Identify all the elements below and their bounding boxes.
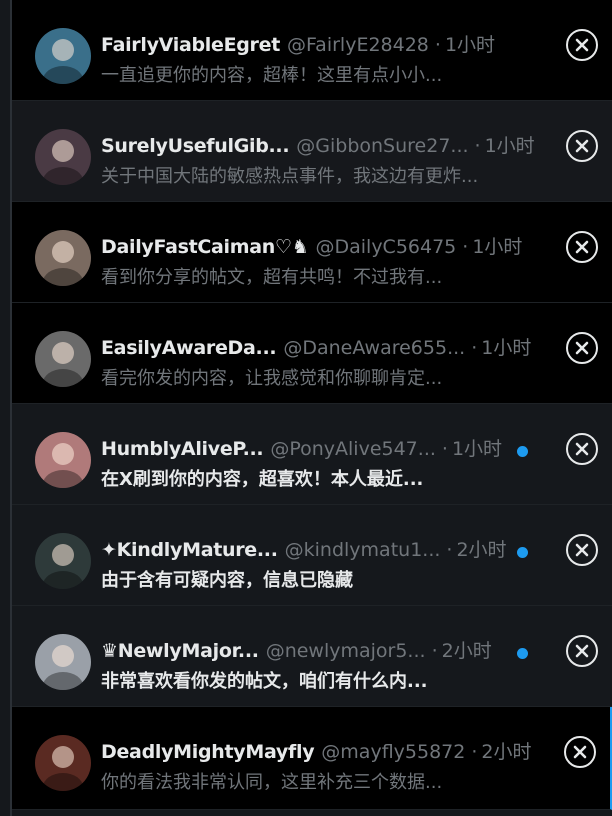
dismiss-button[interactable]: [566, 332, 598, 364]
separator-dot: ·: [441, 438, 448, 460]
close-icon: [575, 139, 589, 153]
conversation-header: ♛NewlyMajor... @newlymajor5... · 2小时: [101, 636, 532, 662]
conversation-row[interactable]: DailyFastCaiman♡♞ @DailyC56475 · 1小时 看到你…: [12, 202, 612, 303]
close-icon: [575, 644, 589, 658]
avatar-image: [35, 634, 91, 690]
user-handle: @PonyAlive547...: [270, 438, 436, 460]
dismiss-button[interactable]: [566, 231, 598, 263]
avatar-image: [35, 129, 91, 185]
display-name[interactable]: EasilyAwareDa...: [101, 337, 277, 359]
display-name[interactable]: ✦KindlyMature...: [101, 539, 278, 561]
avatar[interactable]: [35, 533, 91, 589]
user-handle: @DaneAware655...: [283, 337, 466, 359]
display-name[interactable]: SurelyUsefulGib...: [101, 135, 290, 157]
conversation-row[interactable]: ✦KindlyMature... @kindlymatu1... · 2小时 由…: [12, 505, 612, 606]
close-icon: [575, 543, 589, 557]
close-icon: [575, 240, 589, 254]
avatar-image: [35, 735, 91, 791]
avatar[interactable]: [35, 28, 91, 84]
separator-dot: ·: [446, 539, 453, 561]
user-handle: @kindlymatu1...: [284, 539, 441, 561]
separator-dot: ·: [431, 640, 438, 662]
avatar[interactable]: [35, 735, 91, 791]
conversation-header: ✦KindlyMature... @kindlymatu1... · 2小时: [101, 535, 532, 561]
conversation-row[interactable]: ♛NewlyMajor... @newlymajor5... · 2小时 非常喜…: [12, 606, 612, 707]
conversation-row[interactable]: EasilyAwareDa... @DaneAware655... · 1小时 …: [12, 303, 612, 404]
display-name[interactable]: ♛NewlyMajor...: [101, 640, 259, 662]
conversation-row[interactable]: HumblyAliveP... @PonyAlive547... · 1小时 在…: [12, 404, 612, 505]
user-handle: @mayfly55872: [321, 741, 466, 763]
conversation-header: SurelyUsefulGib... @GibbonSure27... · 1小…: [101, 131, 535, 157]
message-preview: 看到你分享的帖文，超有共鸣！不过我有...: [101, 267, 443, 288]
close-icon: [575, 442, 589, 456]
message-preview: 非常喜欢看你发的帖文，咱们有什么内...: [101, 671, 428, 692]
conversation-header: DailyFastCaiman♡♞ @DailyC56475 · 1小时: [101, 232, 532, 258]
avatar-image: [35, 533, 91, 589]
dismiss-button[interactable]: [564, 736, 596, 768]
message-preview: 关于中国大陆的敏感热点事件，我这边有更炸...: [101, 166, 479, 187]
timestamp: 1小时: [481, 337, 532, 359]
avatar[interactable]: [35, 432, 91, 488]
message-preview: 一直追更你的内容，超棒！这里有点小小...: [101, 65, 443, 86]
timestamp: 2小时: [481, 741, 532, 763]
message-preview: 由于含有可疑内容，信息已隐藏: [101, 570, 353, 591]
timestamp: 1小时: [444, 34, 496, 56]
timestamp: 2小时: [441, 640, 492, 662]
unread-dot-icon: [517, 547, 528, 558]
unread-dot-icon: [517, 648, 528, 659]
dismiss-button[interactable]: [566, 534, 598, 566]
display-name[interactable]: DeadlyMightyMayfly: [101, 741, 315, 763]
message-preview: 看完你发的内容，让我感觉和你聊聊肯定...: [101, 368, 443, 389]
timestamp: 2小时: [456, 539, 507, 561]
unread-dot-icon: [517, 446, 528, 457]
conversation-header: EasilyAwareDa... @DaneAware655... · 1小时: [101, 333, 532, 359]
separator-dot: ·: [434, 34, 441, 56]
conversation-row[interactable]: SurelyUsefulGib... @GibbonSure27... · 1小…: [12, 101, 612, 202]
message-preview: 在X刷到你的内容，超喜欢！本人最近...: [101, 469, 424, 490]
message-preview: 你的看法我非常认同，这里补充三个数据...: [101, 772, 443, 793]
separator-dot: ·: [474, 135, 481, 157]
dismiss-button[interactable]: [566, 130, 598, 162]
avatar[interactable]: [35, 331, 91, 387]
dismiss-button[interactable]: [566, 635, 598, 667]
avatar-image: [35, 331, 91, 387]
close-icon: [575, 38, 589, 52]
display-name[interactable]: FairlyViableEgret: [101, 34, 280, 56]
avatar[interactable]: [35, 634, 91, 690]
avatar-image: [35, 230, 91, 286]
close-icon: [575, 341, 589, 355]
conversation-header: DeadlyMightyMayfly @mayfly55872 · 2小时: [101, 737, 532, 763]
close-icon: [573, 745, 587, 759]
timestamp: 1小时: [451, 438, 503, 460]
user-handle: @FairlyE28428: [287, 34, 429, 56]
conversation-row[interactable]: FairlyViableEgret @FairlyE28428 · 1小时 一直…: [12, 0, 612, 101]
timestamp: 1小时: [472, 236, 523, 258]
timestamp: 1小时: [484, 135, 535, 157]
separator-dot: ·: [471, 741, 478, 763]
conversation-header: HumblyAliveP... @PonyAlive547... · 1小时: [101, 434, 532, 460]
separator-dot: ·: [471, 337, 478, 359]
user-handle: @DailyC56475: [315, 236, 457, 258]
display-name[interactable]: DailyFastCaiman♡♞: [101, 236, 309, 258]
conversation-header: FairlyViableEgret @FairlyE28428 · 1小时: [101, 30, 532, 56]
conversation-list: FairlyViableEgret @FairlyE28428 · 1小时 一直…: [12, 0, 612, 816]
display-name[interactable]: HumblyAliveP...: [101, 438, 264, 460]
user-handle: @GibbonSure27...: [296, 135, 469, 157]
avatar-image: [35, 28, 91, 84]
avatar-image: [35, 432, 91, 488]
conversation-row[interactable]: DeadlyMightyMayfly @mayfly55872 · 2小时 你的…: [12, 707, 612, 810]
dismiss-button[interactable]: [566, 29, 598, 61]
separator-dot: ·: [462, 236, 469, 258]
user-handle: @newlymajor5...: [265, 640, 426, 662]
dismiss-button[interactable]: [566, 433, 598, 465]
avatar[interactable]: [35, 129, 91, 185]
avatar[interactable]: [35, 230, 91, 286]
